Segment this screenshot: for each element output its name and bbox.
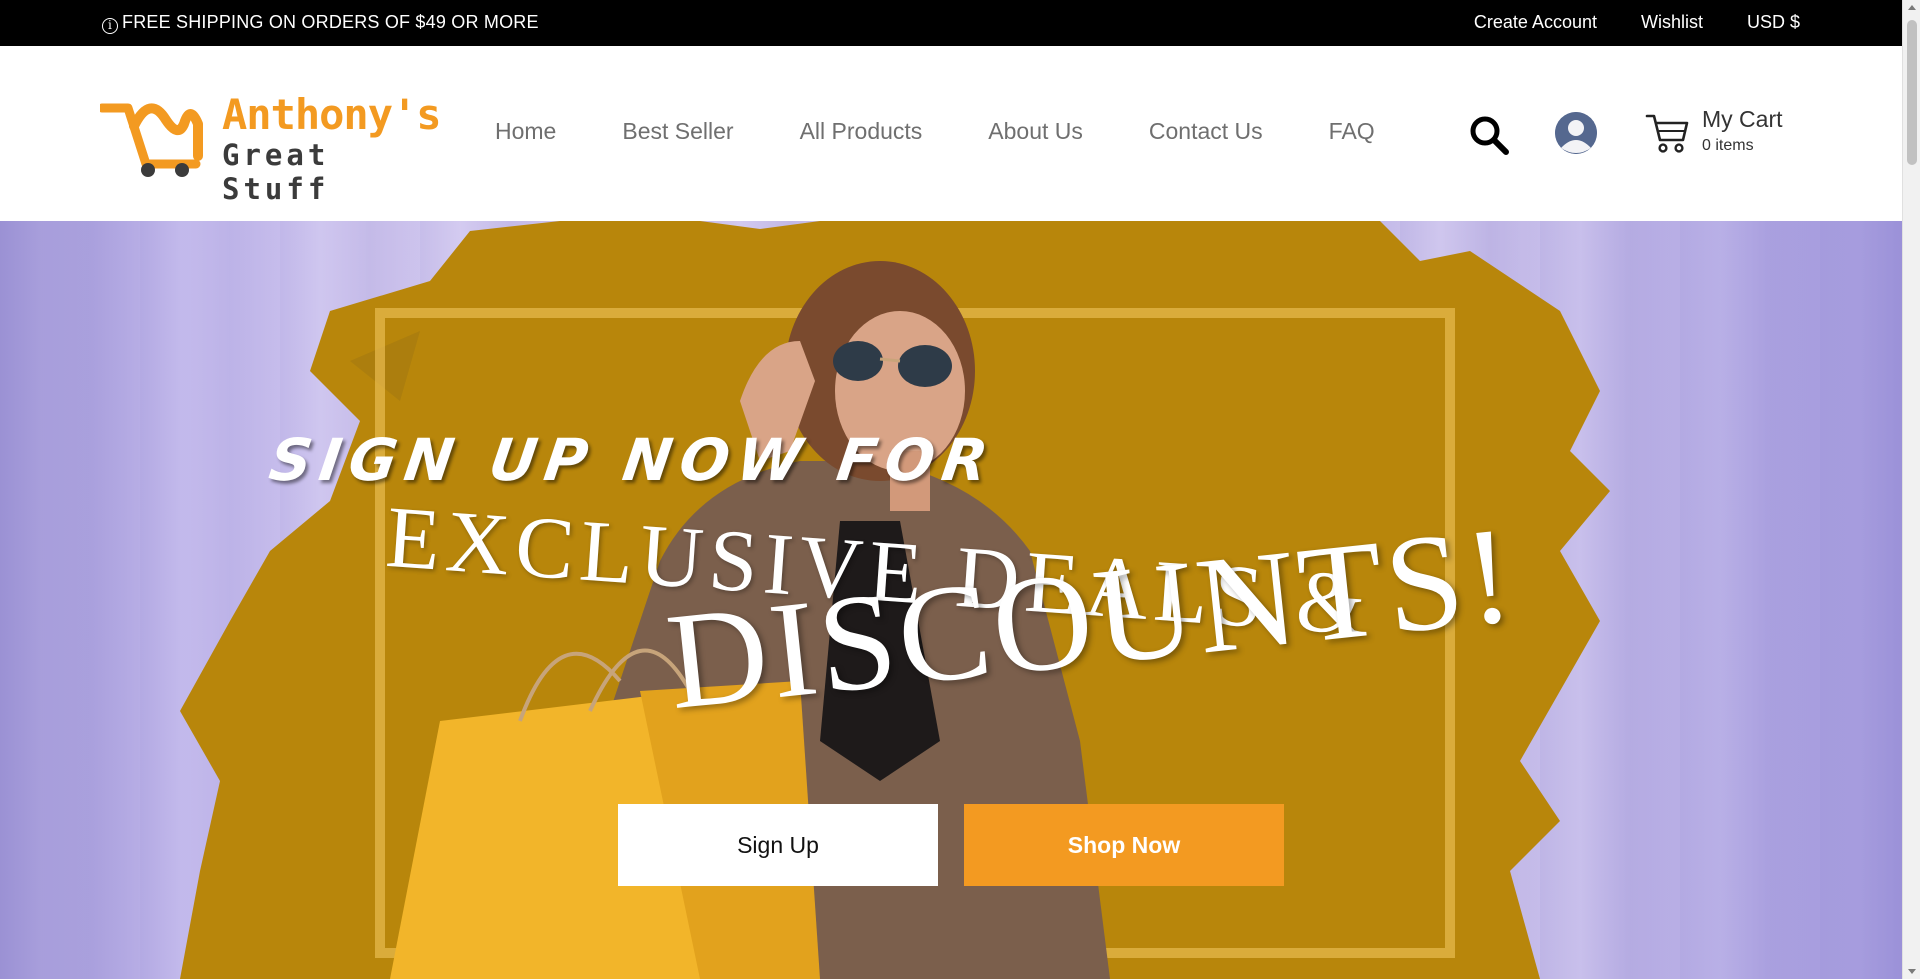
topbar-links: Create Account Wishlist USD $	[1474, 12, 1800, 33]
scrollbar-thumb[interactable]	[1907, 20, 1917, 165]
nav-contact-us[interactable]: Contact Us	[1149, 118, 1263, 145]
page-scrollbar[interactable]	[1902, 0, 1920, 979]
nav-all-products[interactable]: All Products	[800, 118, 923, 145]
logo-line1: Anthony's	[222, 90, 442, 139]
announcement-bar: i FREE SHIPPING ON ORDERS OF $49 OR MORE …	[0, 0, 1902, 46]
user-avatar-icon	[1555, 112, 1597, 154]
sign-up-button[interactable]: Sign Up	[618, 804, 938, 886]
shop-now-button[interactable]: Shop Now	[964, 804, 1284, 886]
nav-faq[interactable]: FAQ	[1329, 118, 1375, 145]
site-logo[interactable]: Anthony's Great Stuff	[100, 90, 442, 206]
shipping-notice: i FREE SHIPPING ON ORDERS OF $49 OR MORE	[102, 12, 539, 34]
logo-line2: Great Stuff	[222, 138, 330, 206]
cart-icon	[1645, 114, 1689, 153]
currency-selector[interactable]: USD $	[1747, 12, 1800, 33]
main-nav: Home Best Seller All Products About Us C…	[495, 118, 1441, 145]
shipping-text: FREE SHIPPING ON ORDERS OF $49 OR MORE	[122, 12, 539, 32]
cart-item-count: 0 items	[1702, 137, 1754, 154]
hero-banner: SIGN UP NOW FOR EXCLUSIVE DEALS & DISCOU…	[0, 221, 1902, 979]
hand-truck-icon	[100, 103, 203, 177]
scroll-down-icon[interactable]	[1908, 969, 1916, 974]
nav-about-us[interactable]: About Us	[988, 118, 1083, 145]
cart-button[interactable]	[1645, 112, 1689, 154]
search-icon	[1470, 116, 1509, 155]
cart-title[interactable]: My Cart	[1702, 106, 1783, 133]
page: i FREE SHIPPING ON ORDERS OF $49 OR MORE …	[0, 0, 1920, 979]
user-account-button[interactable]	[1555, 112, 1597, 154]
info-icon: i	[102, 18, 118, 34]
site-header: Anthony's Great Stuff Home Best Seller A…	[0, 46, 1902, 221]
nav-home[interactable]: Home	[495, 118, 556, 145]
search-button[interactable]	[1468, 114, 1510, 156]
wishlist-link[interactable]: Wishlist	[1641, 12, 1703, 33]
hero-tagline: SIGN UP NOW FOR	[265, 426, 1000, 494]
nav-best-seller[interactable]: Best Seller	[622, 118, 733, 145]
create-account-link[interactable]: Create Account	[1474, 12, 1597, 33]
scroll-up-icon[interactable]	[1908, 5, 1916, 10]
